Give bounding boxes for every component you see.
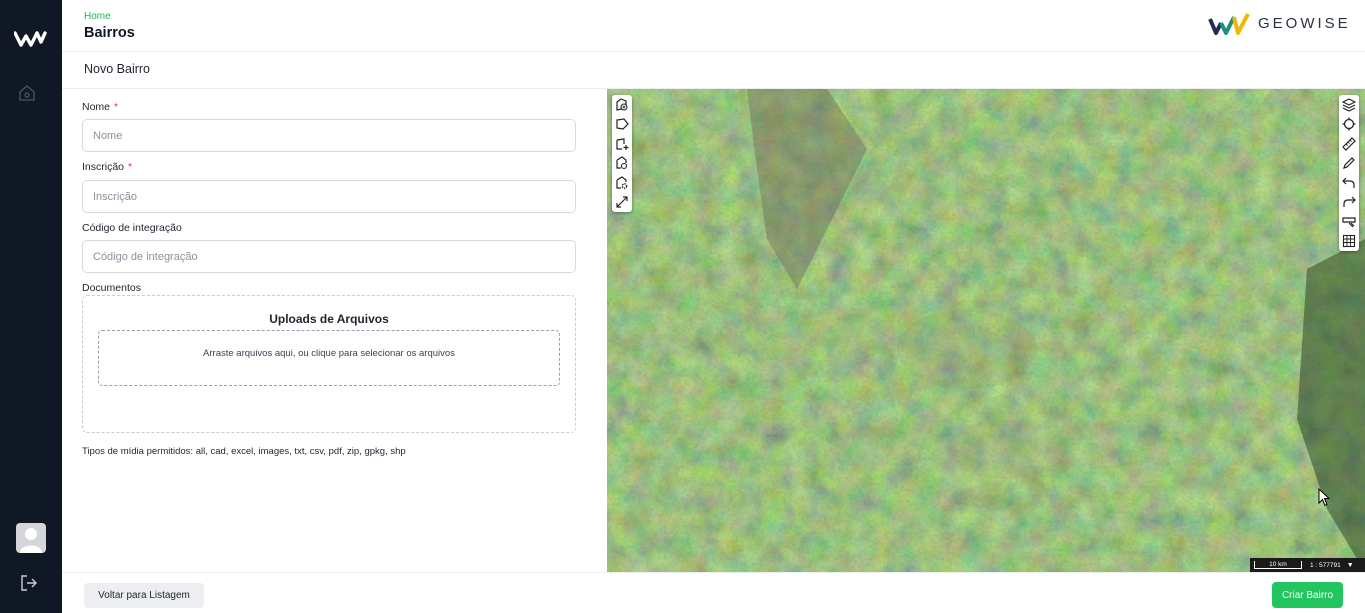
form-footer: Voltar para Listagem Criar Bairro [62,572,1365,613]
inscricao-label: Inscrição * [82,161,133,173]
settings-polygon-icon[interactable] [612,173,632,193]
add-feature-icon[interactable] [612,95,632,115]
logout-icon[interactable] [20,574,38,592]
chevron-down-icon[interactable]: ▼ [1347,562,1354,569]
scale-ratio: 1 : 577791 [1310,561,1341,569]
search-polygon-icon[interactable] [612,154,632,174]
satellite-imagery [607,89,1365,572]
map-right-toolbar [1339,95,1359,251]
mouse-cursor-icon [1318,488,1331,507]
codigo-integracao-input[interactable] [82,240,576,273]
ruler-icon[interactable] [1339,134,1359,154]
nome-label: Nome * [82,101,119,113]
scale-bar-label: 10 km [1254,561,1302,569]
file-dropzone[interactable]: Arraste arquivos aqui, ou clique para se… [98,330,560,386]
media-types-hint: Tipos de mídia permitidos: all, cad, exc… [82,446,406,457]
layers-icon[interactable] [1339,95,1359,115]
user-avatar-icon[interactable] [16,523,46,553]
documentos-upload-panel: Uploads de Arquivos Arraste arquivos aqu… [82,295,576,433]
brand-logo: GEOWISE [1208,11,1365,37]
draw-polygon-icon[interactable] [612,115,632,135]
target-icon[interactable] [1339,115,1359,135]
brand-name: GEOWISE [1258,15,1351,32]
codigo-integracao-label: Código de integração [82,222,182,234]
documentos-label: Documentos [82,282,141,294]
redo-icon[interactable] [1339,193,1359,213]
map-view[interactable]: 10 km 1 : 577791 ▼ [607,89,1365,572]
home-icon[interactable] [18,84,36,102]
nome-input[interactable] [82,119,576,152]
eraser-icon[interactable] [1339,212,1359,232]
page-header: Home Bairros GEOWISE [62,0,1365,52]
bairro-form: Nome* Inscrição* Código de integração Do… [62,89,607,572]
dropzone-text: Arraste arquivos aqui, ou clique para se… [203,348,455,359]
map-scale: 10 km 1 : 577791 ▼ [1250,558,1365,572]
back-to-list-button[interactable]: Voltar para Listagem [84,583,204,608]
form-title: Novo Bairro [84,62,150,76]
form-header: Novo Bairro [62,52,1365,89]
upload-title: Uploads de Arquivos [269,312,389,326]
geowise-logo-icon [1208,13,1250,35]
required-mark: * [128,161,133,173]
undo-icon[interactable] [1339,173,1359,193]
required-mark: * [114,101,119,113]
sidebar [0,0,62,613]
page-title: Bairros [84,25,135,41]
w-logo-icon[interactable] [14,30,48,48]
inscricao-input[interactable] [82,180,576,213]
add-vertex-icon[interactable] [612,134,632,154]
breadcrumb-home[interactable]: Home [84,11,111,22]
expand-icon[interactable] [612,193,632,213]
pencil-icon[interactable] [1339,154,1359,174]
grid-icon[interactable] [1339,232,1359,252]
map-left-toolbar [612,95,632,212]
create-bairro-button[interactable]: Criar Bairro [1272,582,1343,608]
